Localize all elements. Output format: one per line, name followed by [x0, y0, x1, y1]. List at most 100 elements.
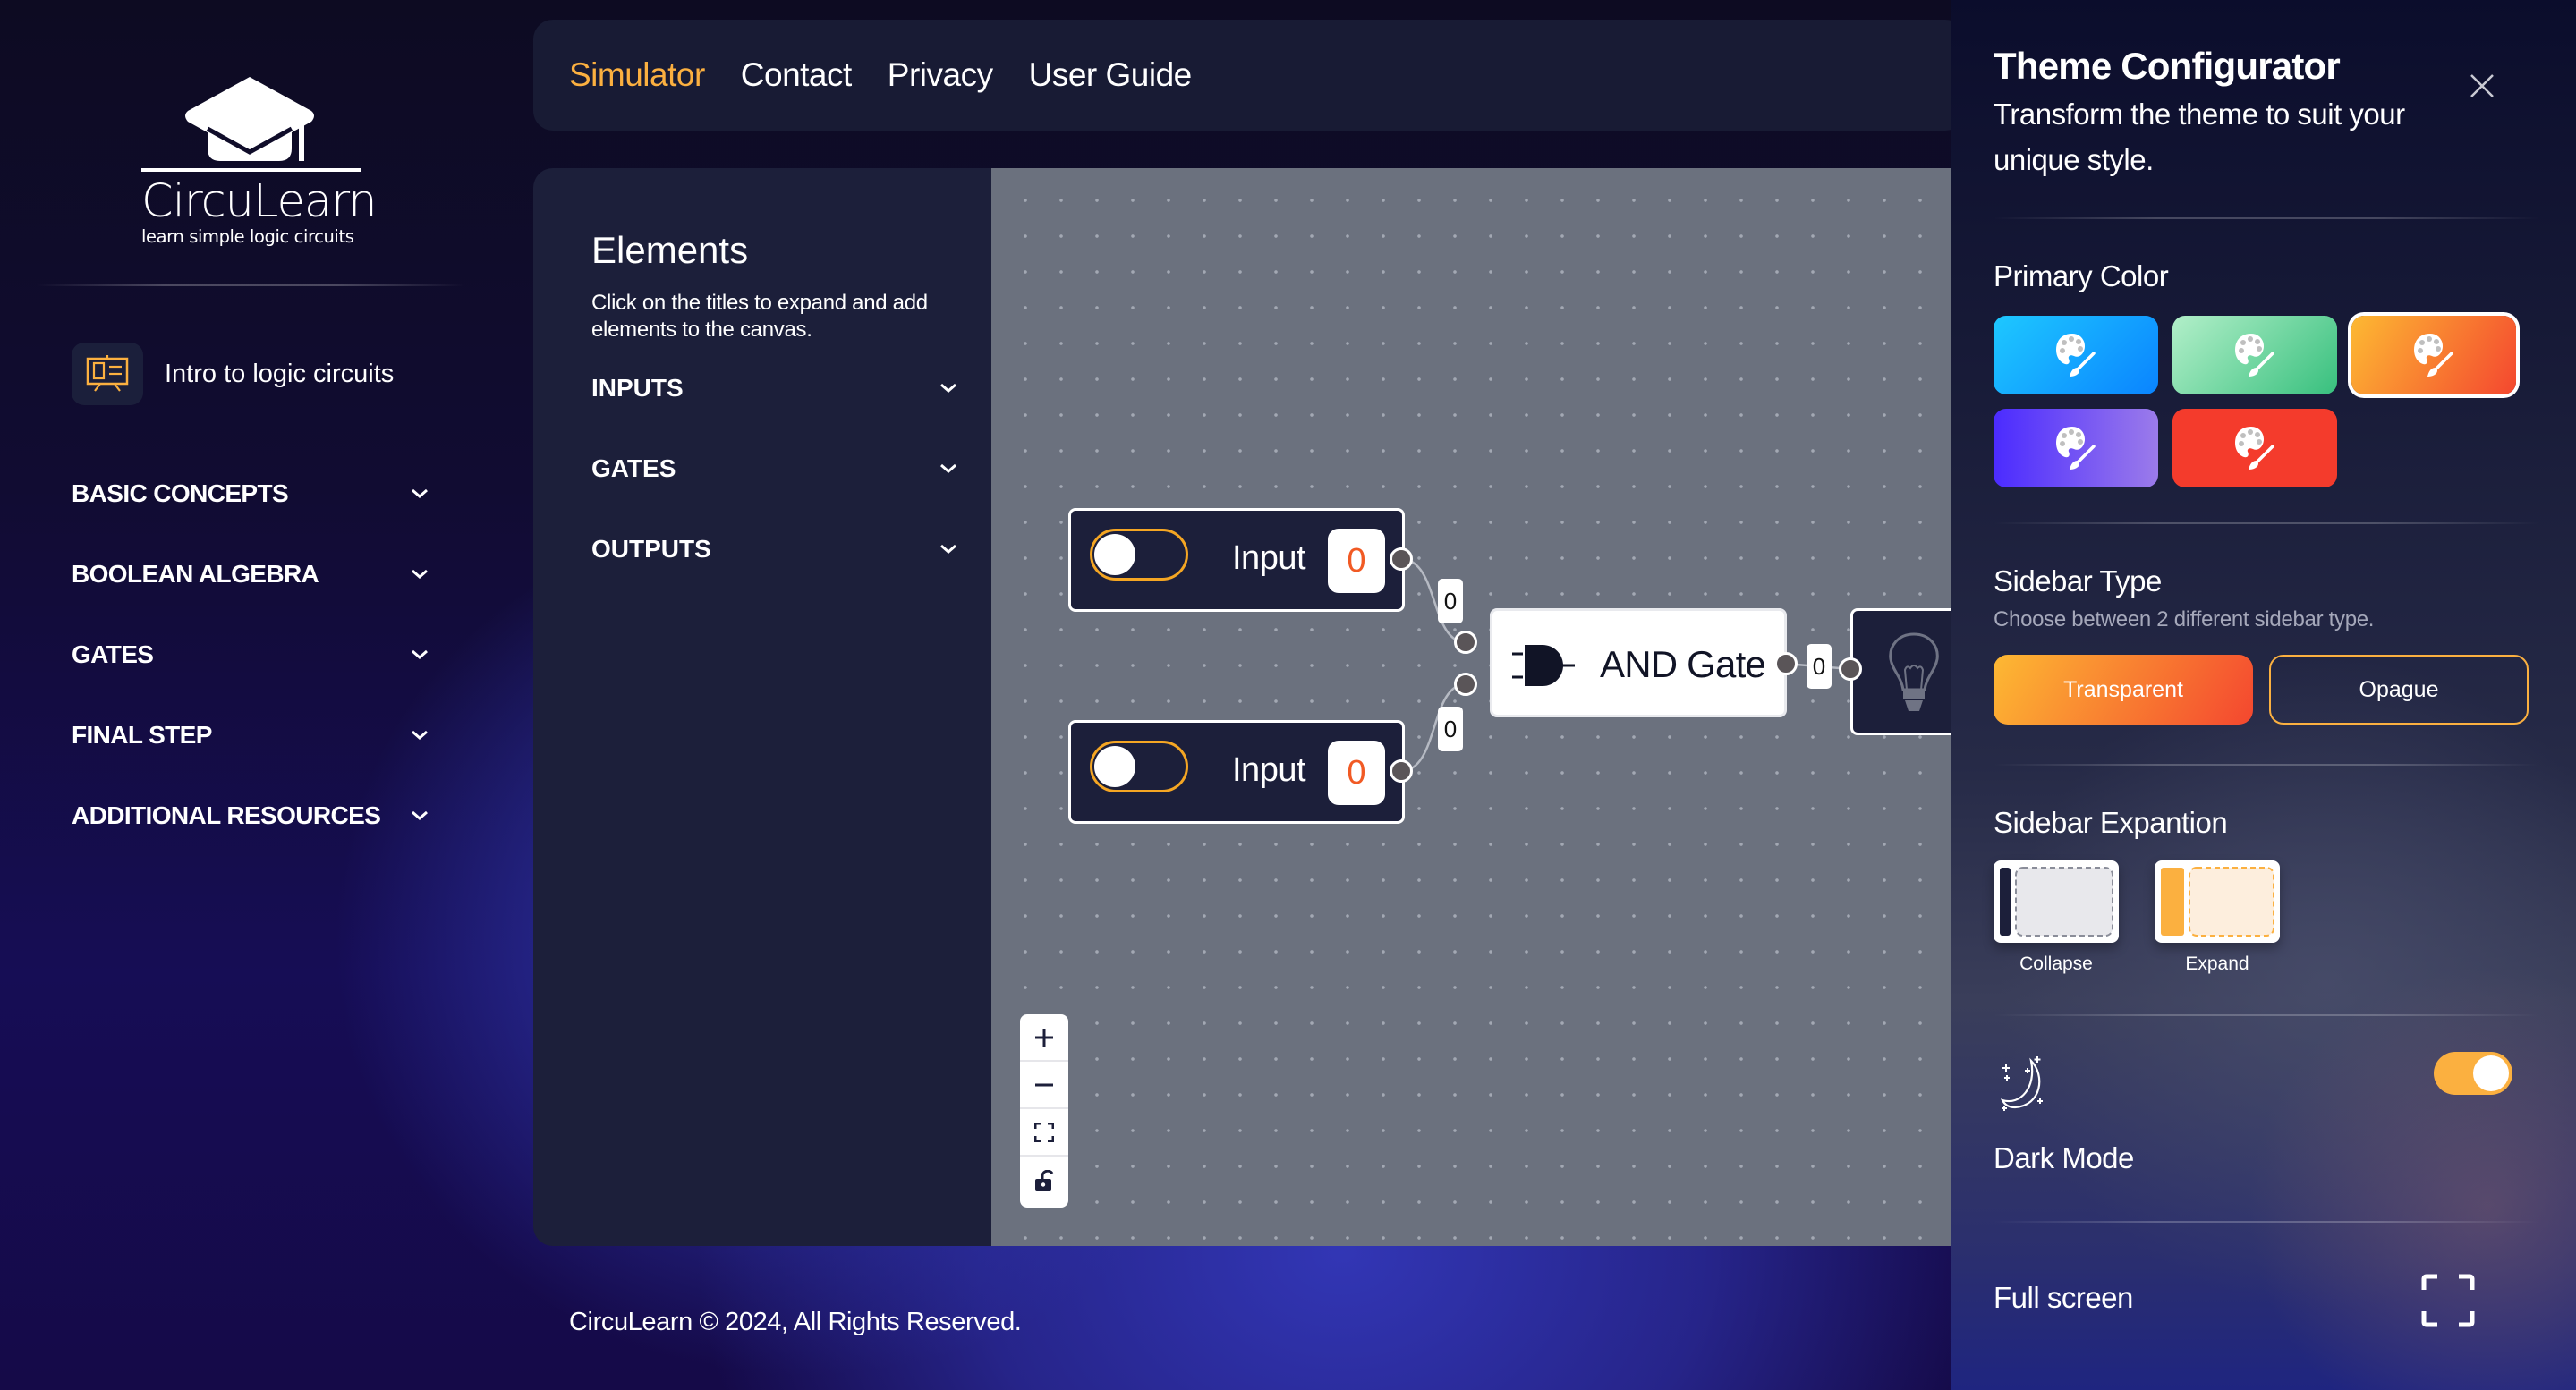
sidebar-item-label: Intro to logic circuits: [165, 359, 395, 388]
close-icon[interactable]: [2470, 73, 2495, 98]
input-handle[interactable]: [1454, 673, 1477, 696]
input-value-badge: 0: [1328, 741, 1385, 805]
sidebar-type-opaque-button[interactable]: Opague: [2269, 655, 2529, 725]
brand-logo[interactable]: CircuLearn learn simple logic circuits: [141, 75, 378, 247]
lightbulb-output-node[interactable]: [1850, 608, 1965, 735]
circuit-canvas[interactable]: Input 0 0 Input 0 0 AND Gate 0: [991, 168, 1965, 1246]
zoom-out-button[interactable]: [1020, 1062, 1068, 1109]
full-screen-label: Full screen: [1994, 1281, 2133, 1314]
sidebar-item-boolean-algebra[interactable]: BOOLEAN ALGEBRA: [72, 552, 429, 597]
sidebar-item-label: GATES: [72, 640, 154, 668]
palette-icon: [2412, 332, 2453, 378]
color-swatch-blue[interactable]: [1994, 316, 2158, 394]
nav-link-user-guide[interactable]: User Guide: [1029, 56, 1193, 94]
color-swatch-green[interactable]: [2172, 316, 2337, 394]
palette-icon: [2233, 332, 2274, 378]
input-toggle[interactable]: [1090, 529, 1188, 581]
presentation-board-icon: [72, 343, 143, 405]
section-divider: [1994, 522, 2539, 524]
output-handle[interactable]: [1390, 759, 1413, 783]
section-divider: [1994, 1221, 2539, 1223]
toggle-knob: [1094, 746, 1135, 787]
chevron-down-icon: [412, 488, 428, 498]
elements-section-gates[interactable]: GATES: [591, 454, 958, 483]
edge-value-label: 0: [1807, 644, 1832, 689]
edge-value-label: 0: [1438, 579, 1463, 623]
simulator: Elements Click on the titles to expand a…: [533, 168, 1965, 1246]
fullscreen-icon[interactable]: [2421, 1274, 2475, 1327]
section-label: OUTPUTS: [591, 535, 711, 563]
output-handle[interactable]: [1390, 547, 1413, 571]
elements-section-outputs[interactable]: OUTPUTS: [591, 535, 958, 564]
sidebar-item-label: BASIC CONCEPTS: [72, 479, 289, 507]
output-handle[interactable]: [1774, 652, 1798, 675]
sidebar-divider: [36, 284, 465, 286]
left-sidebar: CircuLearn learn simple logic circuits I…: [0, 0, 501, 1390]
sidebar-type-transparent-button[interactable]: Transparent: [1994, 655, 2253, 725]
color-swatch-purple[interactable]: [1994, 409, 2158, 487]
palette-icon: [2054, 425, 2096, 471]
sidebar-item-basic-concepts[interactable]: BASIC CONCEPTS: [72, 471, 429, 516]
collapse-label: Collapse: [2019, 954, 2093, 974]
section-label: GATES: [591, 454, 676, 482]
elements-description: Click on the titles to expand and add el…: [591, 291, 928, 342]
sidebar-type-label: Sidebar Type: [1994, 564, 2162, 598]
expand-label: Expand: [2185, 954, 2249, 974]
input-value-badge: 0: [1328, 529, 1385, 593]
sidebar-collapse-option[interactable]: [1994, 860, 2119, 943]
chevron-down-icon: [412, 810, 428, 820]
input-handle[interactable]: [1454, 631, 1477, 654]
section-divider: [1994, 764, 2539, 766]
plus-icon: [1035, 1028, 1053, 1047]
sidebar-expand-option[interactable]: [2155, 860, 2280, 943]
input-node[interactable]: Input 0: [1068, 508, 1405, 612]
edge-value-label: 0: [1438, 707, 1463, 751]
nav-link-simulator[interactable]: Simulator: [569, 56, 705, 94]
lock-button[interactable]: [1020, 1157, 1068, 1204]
fit-view-button[interactable]: [1020, 1109, 1068, 1157]
chevron-down-icon: [940, 383, 956, 393]
primary-color-label: Primary Color: [1994, 259, 2169, 292]
zoom-in-button[interactable]: [1020, 1014, 1068, 1062]
theme-configurator-panel: Theme Configurator Transform the theme t…: [1951, 0, 2576, 1390]
color-swatch-red[interactable]: [2172, 409, 2337, 487]
moon-stars-icon: [2001, 1056, 2043, 1111]
sidebar-item-label: FINAL STEP: [72, 721, 212, 749]
and-gate-node[interactable]: AND Gate: [1490, 608, 1787, 717]
input-node[interactable]: Input 0: [1068, 720, 1405, 824]
configurator-subtitle: Transform the theme to suit your unique …: [1994, 97, 2405, 176]
nav-link-contact[interactable]: Contact: [741, 56, 853, 94]
sidebar-type-note: Choose between 2 different sidebar type.: [1994, 607, 2375, 631]
nav-link-privacy[interactable]: Privacy: [888, 56, 993, 94]
expand-layout-icon: [2161, 867, 2274, 937]
chevron-down-icon: [412, 730, 428, 740]
section-divider: [1994, 217, 2539, 219]
sidebar-item-final-step[interactable]: FINAL STEP: [72, 713, 429, 758]
section-divider: [1994, 1014, 2539, 1016]
top-navigation: Simulator Contact Privacy User Guide: [533, 20, 1965, 131]
elements-title: Elements: [591, 229, 749, 271]
color-swatch-orange[interactable]: [2351, 316, 2516, 394]
chevron-down-icon: [940, 463, 956, 473]
toggle-knob: [2473, 1055, 2509, 1091]
graduation-cap-icon: [185, 77, 314, 161]
wires-layer: [1400, 557, 1851, 773]
palette-icon: [2054, 332, 2096, 378]
footer-copyright: CircuLearn © 2024, All Rights Reserved.: [569, 1308, 1022, 1336]
brand-tagline: learn simple logic circuits: [141, 226, 354, 247]
chevron-down-icon: [940, 544, 956, 554]
input-handle[interactable]: [1839, 657, 1862, 681]
sidebar-item-intro[interactable]: Intro to logic circuits: [72, 343, 394, 405]
chevron-down-icon: [412, 569, 428, 579]
dark-mode-toggle[interactable]: [2434, 1052, 2512, 1095]
collapse-layout-icon: [2000, 867, 2113, 937]
sidebar-item-additional-resources[interactable]: ADDITIONAL RESOURCES: [72, 793, 429, 838]
elements-section-inputs[interactable]: INPUTS: [591, 374, 958, 403]
and-gate-icon: [1512, 645, 1575, 686]
sidebar-item-label: ADDITIONAL RESOURCES: [72, 801, 381, 829]
input-toggle[interactable]: [1090, 741, 1188, 792]
minus-icon: [1035, 1083, 1053, 1086]
input-node-label: Input: [1232, 539, 1306, 577]
sidebar-item-gates[interactable]: GATES: [72, 632, 429, 677]
fit-view-icon: [1034, 1122, 1054, 1142]
